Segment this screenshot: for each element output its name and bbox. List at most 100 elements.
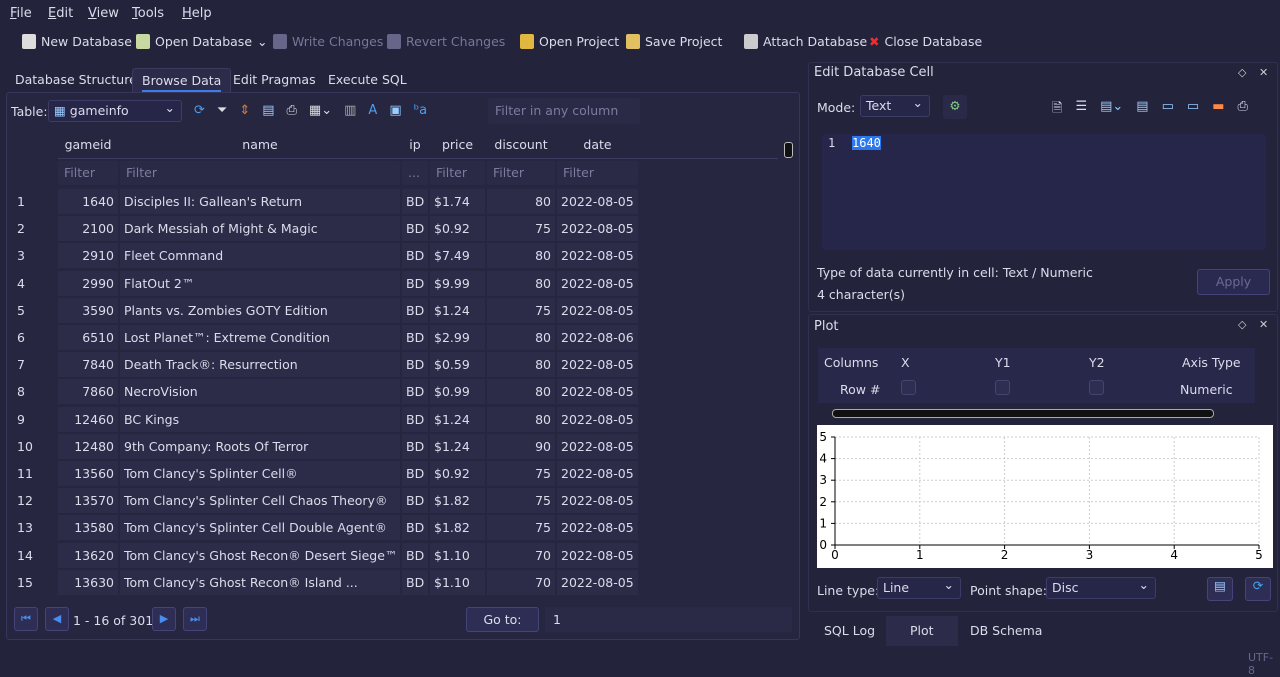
table-cell[interactable]: $1.24: [430, 406, 485, 432]
column-header-price[interactable]: price: [430, 132, 485, 158]
table-cell[interactable]: 2022-08-05: [557, 488, 638, 514]
float-icon[interactable]: ◇: [1238, 318, 1246, 331]
table-cell[interactable]: Plants vs. Zombies GOTY Edition: [120, 297, 400, 323]
table-cell[interactable]: $9.99: [430, 270, 485, 296]
point-shape-select[interactable]: Disc: [1046, 575, 1156, 599]
refresh-icon[interactable]: ⟳: [194, 103, 205, 118]
table-cell[interactable]: Tom Clancy's Ghost Recon® Island ...: [120, 569, 400, 595]
table-cell[interactable]: 80: [487, 270, 555, 296]
line-type-select[interactable]: Line: [877, 575, 961, 599]
table-cell[interactable]: Tom Clancy's Splinter Cell Double Agent®: [120, 515, 400, 541]
table-cell[interactable]: $0.59: [430, 352, 485, 378]
revert-changes-button[interactable]: Revert Changes: [387, 34, 505, 49]
table-select[interactable]: ▦ gameinfo: [48, 98, 182, 122]
table-cell[interactable]: 80: [487, 406, 555, 432]
table-cell[interactable]: $1.82: [430, 488, 485, 514]
row-number[interactable]: 1: [17, 189, 25, 214]
table-cell[interactable]: 2022-08-05: [557, 270, 638, 296]
row-number[interactable]: 7: [17, 352, 25, 377]
column-header-discount[interactable]: discount: [487, 132, 555, 158]
font-icon[interactable]: A: [368, 103, 377, 118]
table-cell[interactable]: 6510: [58, 325, 118, 350]
chevron-down-icon[interactable]: ⌄: [257, 34, 267, 49]
link-icon[interactable]: ▭: [1187, 99, 1199, 121]
table-cell[interactable]: $2.99: [430, 325, 485, 350]
column-filter-input[interactable]: Filter: [430, 161, 485, 185]
table-cell[interactable]: 2022-08-05: [557, 352, 638, 378]
open-project-button[interactable]: Open Project: [520, 34, 619, 49]
table-cell[interactable]: 3590: [58, 297, 118, 323]
row-number[interactable]: 5: [17, 298, 25, 323]
table-cell[interactable]: $1.24: [430, 297, 485, 323]
table-cell[interactable]: $1.10: [430, 542, 485, 568]
table-cell[interactable]: NecroVision: [120, 379, 400, 405]
next-page-button[interactable]: ▶: [152, 607, 176, 631]
null-icon[interactable]: 🗎: [1052, 99, 1062, 121]
previous-page-button[interactable]: ◀: [45, 607, 69, 631]
mode-select[interactable]: Text: [860, 93, 930, 117]
table-cell[interactable]: Tom Clancy's Splinter Cell®: [120, 461, 400, 486]
last-page-button[interactable]: ⏭: [183, 607, 207, 631]
row-number[interactable]: 6: [17, 325, 25, 350]
table-cell[interactable]: FlatOut 2™: [120, 270, 400, 296]
column-filter-input[interactable]: Filter: [120, 161, 400, 185]
table-cell[interactable]: 2022-08-05: [557, 515, 638, 541]
menu-help[interactable]: Help: [182, 6, 212, 21]
column-filter-input[interactable]: Filter: [557, 161, 638, 185]
table-cell[interactable]: 2910: [58, 243, 118, 269]
table-cell[interactable]: 2100: [58, 216, 118, 242]
row-number[interactable]: 4: [17, 271, 25, 296]
column-filter-input[interactable]: Filter: [58, 161, 118, 185]
table-cell[interactable]: 2022-08-05: [557, 189, 638, 214]
goto-button[interactable]: Go to:: [466, 607, 539, 632]
indent-icon[interactable]: ☰: [1075, 99, 1087, 121]
float-icon[interactable]: ◇: [1238, 66, 1246, 79]
table-cell[interactable]: Disciples II: Gallean's Return: [120, 189, 400, 214]
open-external-icon[interactable]: ▭: [1162, 99, 1174, 121]
table-cell[interactable]: 2022-08-06: [557, 325, 638, 350]
table-cell[interactable]: $1.74: [430, 189, 485, 214]
vertical-scrollbar[interactable]: [783, 130, 795, 600]
close-database-button[interactable]: ✖ Close Database: [869, 34, 982, 49]
table-cell[interactable]: 2022-08-05: [557, 569, 638, 595]
y2-checkbox[interactable]: [1089, 380, 1104, 395]
table-cell[interactable]: $1.10: [430, 569, 485, 595]
menu-view[interactable]: View: [88, 6, 119, 21]
close-dock-icon[interactable]: ✕: [1259, 318, 1268, 331]
table-cell[interactable]: BD: [402, 461, 428, 486]
table-cell[interactable]: 75: [487, 297, 555, 323]
table-cell[interactable]: 9th Company: Roots Of Terror: [120, 433, 400, 459]
print-cell-icon[interactable]: ⎙: [1237, 99, 1247, 121]
row-number[interactable]: 2: [17, 216, 25, 241]
row-number[interactable]: 11: [17, 461, 33, 486]
tab-plot[interactable]: Plot: [886, 616, 958, 646]
table-cell[interactable]: $0.92: [430, 461, 485, 486]
table-cell[interactable]: 13620: [58, 542, 118, 568]
table-cell[interactable]: 75: [487, 216, 555, 242]
table-cell[interactable]: Death Track®: Resurrection: [120, 352, 400, 378]
row-number[interactable]: 13: [17, 515, 33, 540]
close-dock-icon[interactable]: ✕: [1259, 66, 1268, 79]
clear-sorting-icon[interactable]: ⇕: [239, 103, 250, 118]
column-header-gameid[interactable]: gameid: [58, 132, 118, 158]
column-header-date[interactable]: date: [557, 132, 638, 158]
first-page-button[interactable]: ⏮: [14, 607, 38, 631]
save-project-button[interactable]: Save Project: [626, 34, 722, 49]
table-cell[interactable]: 90: [487, 433, 555, 459]
table-cell[interactable]: 13560: [58, 461, 118, 486]
table-cell[interactable]: 2990: [58, 270, 118, 296]
apply-button[interactable]: Apply: [1197, 269, 1270, 295]
tab-database-structure[interactable]: Database Structure: [6, 68, 146, 93]
table-cell[interactable]: BD: [402, 243, 428, 269]
column-header-name[interactable]: name: [120, 132, 400, 158]
table-cell[interactable]: 2022-08-05: [557, 216, 638, 242]
table-cell[interactable]: $7.49: [430, 243, 485, 269]
table-cell[interactable]: 80: [487, 352, 555, 378]
find-icon[interactable]: ▣: [389, 103, 401, 118]
table-cell[interactable]: 7840: [58, 352, 118, 378]
table-cell[interactable]: $0.92: [430, 216, 485, 242]
export-icon[interactable]: ▤: [1136, 99, 1148, 121]
table-cell[interactable]: 12460: [58, 406, 118, 432]
row-number[interactable]: 3: [17, 243, 25, 268]
table-cell[interactable]: 2022-08-05: [557, 379, 638, 405]
